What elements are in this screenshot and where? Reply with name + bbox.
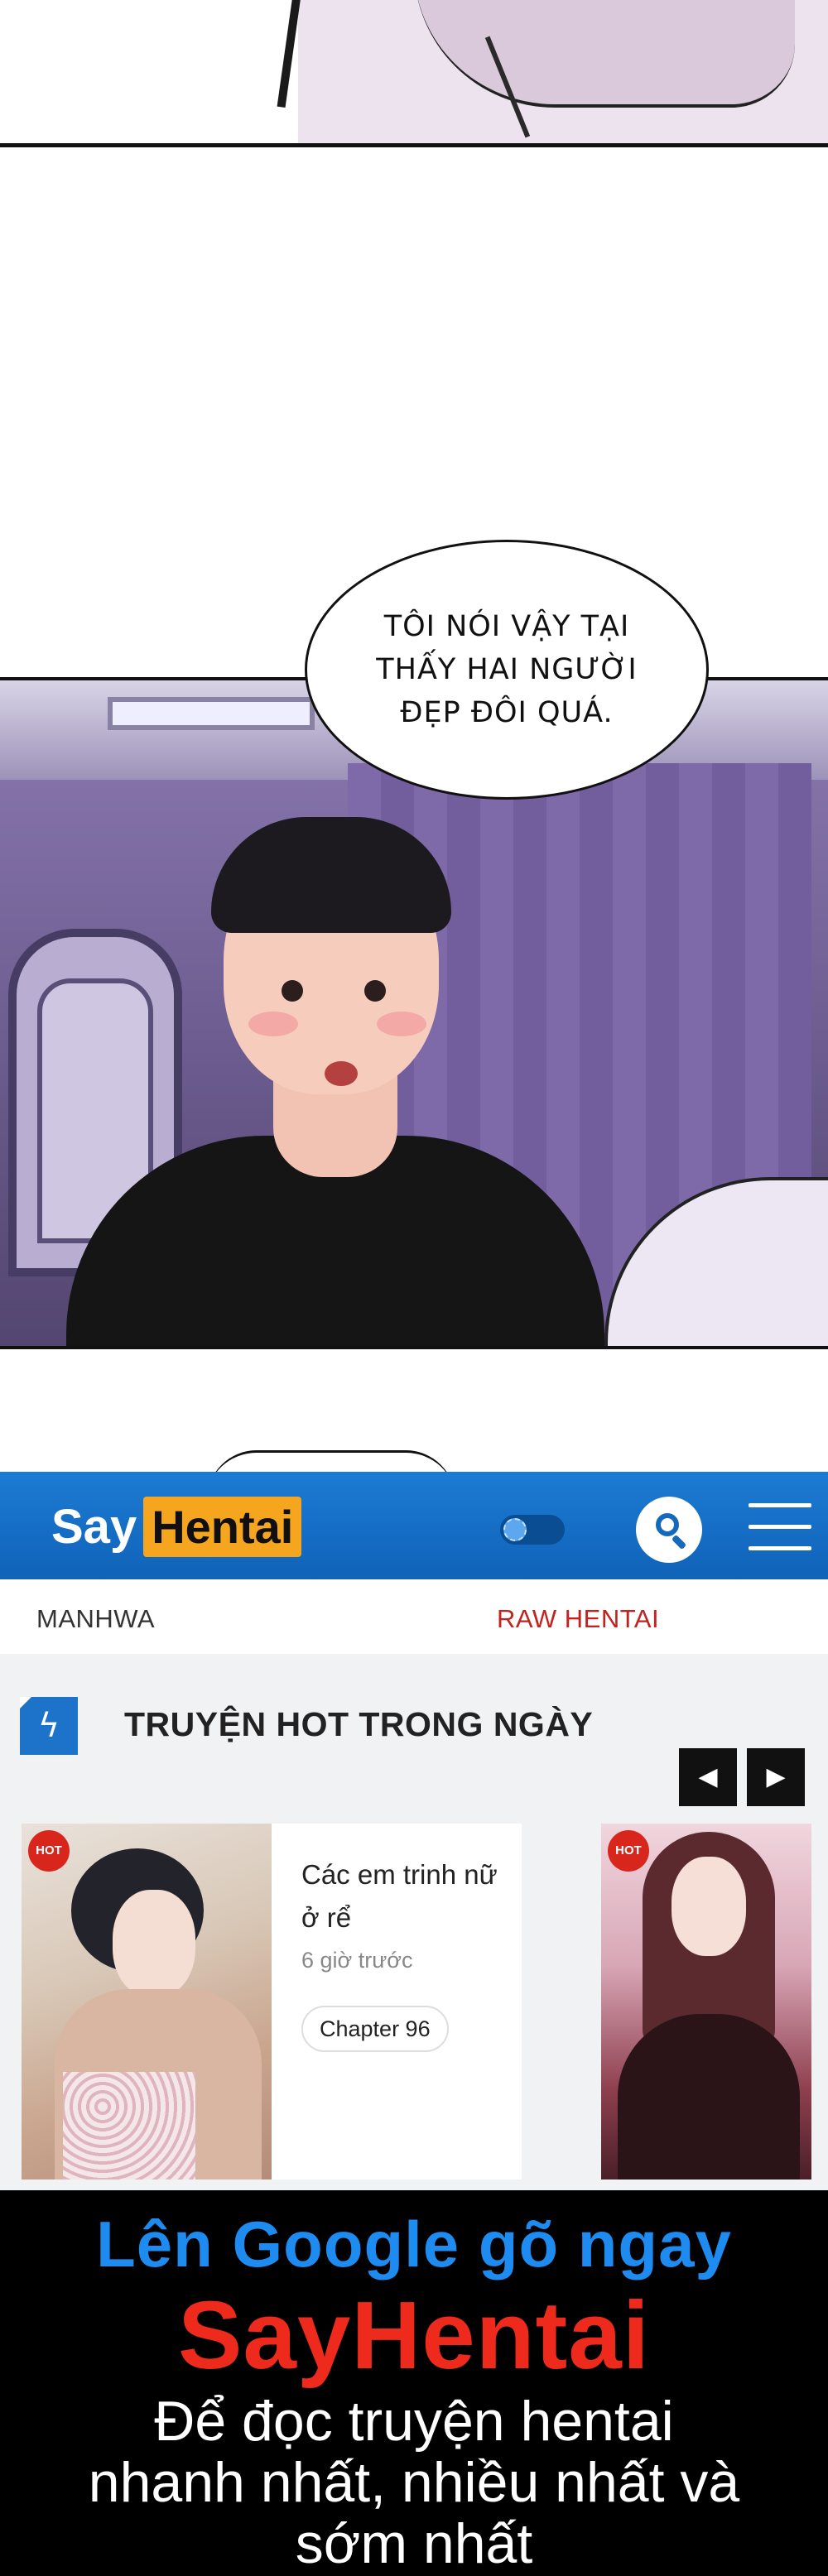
manga-title-link[interactable]: Các em trinh nữ ở rể bbox=[301, 1853, 508, 1939]
search-icon bbox=[656, 1513, 679, 1536]
menu-bar bbox=[749, 1546, 811, 1550]
comic-character-blush bbox=[377, 1012, 426, 1036]
hot-badge: HOT bbox=[28, 1830, 70, 1872]
carousel-prev-button[interactable]: ◀ bbox=[679, 1748, 737, 1806]
chapter-button[interactable]: Chapter 96 bbox=[301, 2006, 449, 2052]
cover-figure-apron bbox=[63, 2072, 195, 2180]
theme-toggle[interactable] bbox=[500, 1515, 565, 1545]
search-button[interactable] bbox=[636, 1497, 702, 1563]
comic-character-mouth bbox=[325, 1061, 358, 1086]
category-nav: MANHWA RAW HENTAI bbox=[0, 1579, 828, 1654]
promo-headline: Lên Google gõ ngay bbox=[96, 2208, 732, 2280]
manga-card[interactable]: HOT Các em trinh nữ ở rể 6 giờ trước Cha… bbox=[22, 1824, 522, 2180]
promo-banner: Lên Google gõ ngay SayHentai Để đọc truy… bbox=[0, 2190, 828, 2576]
hamburger-menu-icon[interactable] bbox=[749, 1503, 811, 1556]
category-raw-hentai-link[interactable]: RAW HENTAI bbox=[497, 1604, 659, 1634]
update-time: 6 giờ trước bbox=[301, 1948, 413, 1973]
comic-character-eye bbox=[364, 980, 386, 1002]
manga-cover-image[interactable]: HOT bbox=[22, 1824, 272, 2180]
menu-bar bbox=[749, 1503, 811, 1507]
theme-toggle-icon bbox=[503, 1518, 527, 1541]
category-manhwa-link[interactable]: MANHWA bbox=[36, 1604, 155, 1634]
hot-badge: HOT bbox=[608, 1830, 649, 1872]
speech-bubble-text: TÔI NÓI VẬY TẠI THẤY HAI NGƯỜI ĐẸP ĐÔI Q… bbox=[376, 610, 638, 729]
speech-bubble: TÔI NÓI VẬY TẠI THẤY HAI NGƯỜI ĐẸP ĐÔI Q… bbox=[305, 540, 709, 800]
comic-ink-stroke bbox=[277, 0, 303, 108]
site-header: Say Hentai bbox=[0, 1472, 828, 1579]
carousel-next-button[interactable]: ▶ bbox=[747, 1748, 805, 1806]
comic-character-blush bbox=[248, 1012, 298, 1036]
comic-ceiling-light bbox=[108, 697, 315, 730]
comic-sleeve bbox=[414, 0, 795, 108]
cover-figure-body bbox=[618, 2014, 800, 2180]
promo-brand: SayHentai bbox=[178, 2281, 650, 2389]
cover-figure-face bbox=[672, 1857, 746, 1956]
section-title: TRUYỆN HOT TRONG NGÀY bbox=[124, 1705, 594, 1743]
comic-panel-top bbox=[0, 0, 828, 147]
lightning-icon: ϟ bbox=[20, 1697, 78, 1755]
logo-hentai-text: Hentai bbox=[143, 1497, 302, 1557]
comic-character-eye bbox=[282, 980, 303, 1002]
search-icon-handle bbox=[671, 1534, 687, 1550]
cover-figure-face bbox=[113, 1890, 195, 1997]
hot-today-section: ϟ TRUYỆN HOT TRONG NGÀY ◀ ▶ HOT Các em t… bbox=[0, 1654, 828, 2190]
logo-say-text: Say bbox=[51, 1500, 137, 1554]
manga-card[interactable]: HOT bbox=[601, 1824, 811, 2180]
manga-cover-image[interactable]: HOT bbox=[601, 1824, 811, 2180]
site-logo[interactable]: Say Hentai bbox=[51, 1497, 302, 1557]
promo-tagline: Để đọc truyện hentai nhanh nhất, nhiều n… bbox=[88, 2390, 740, 2575]
menu-bar bbox=[749, 1525, 811, 1529]
